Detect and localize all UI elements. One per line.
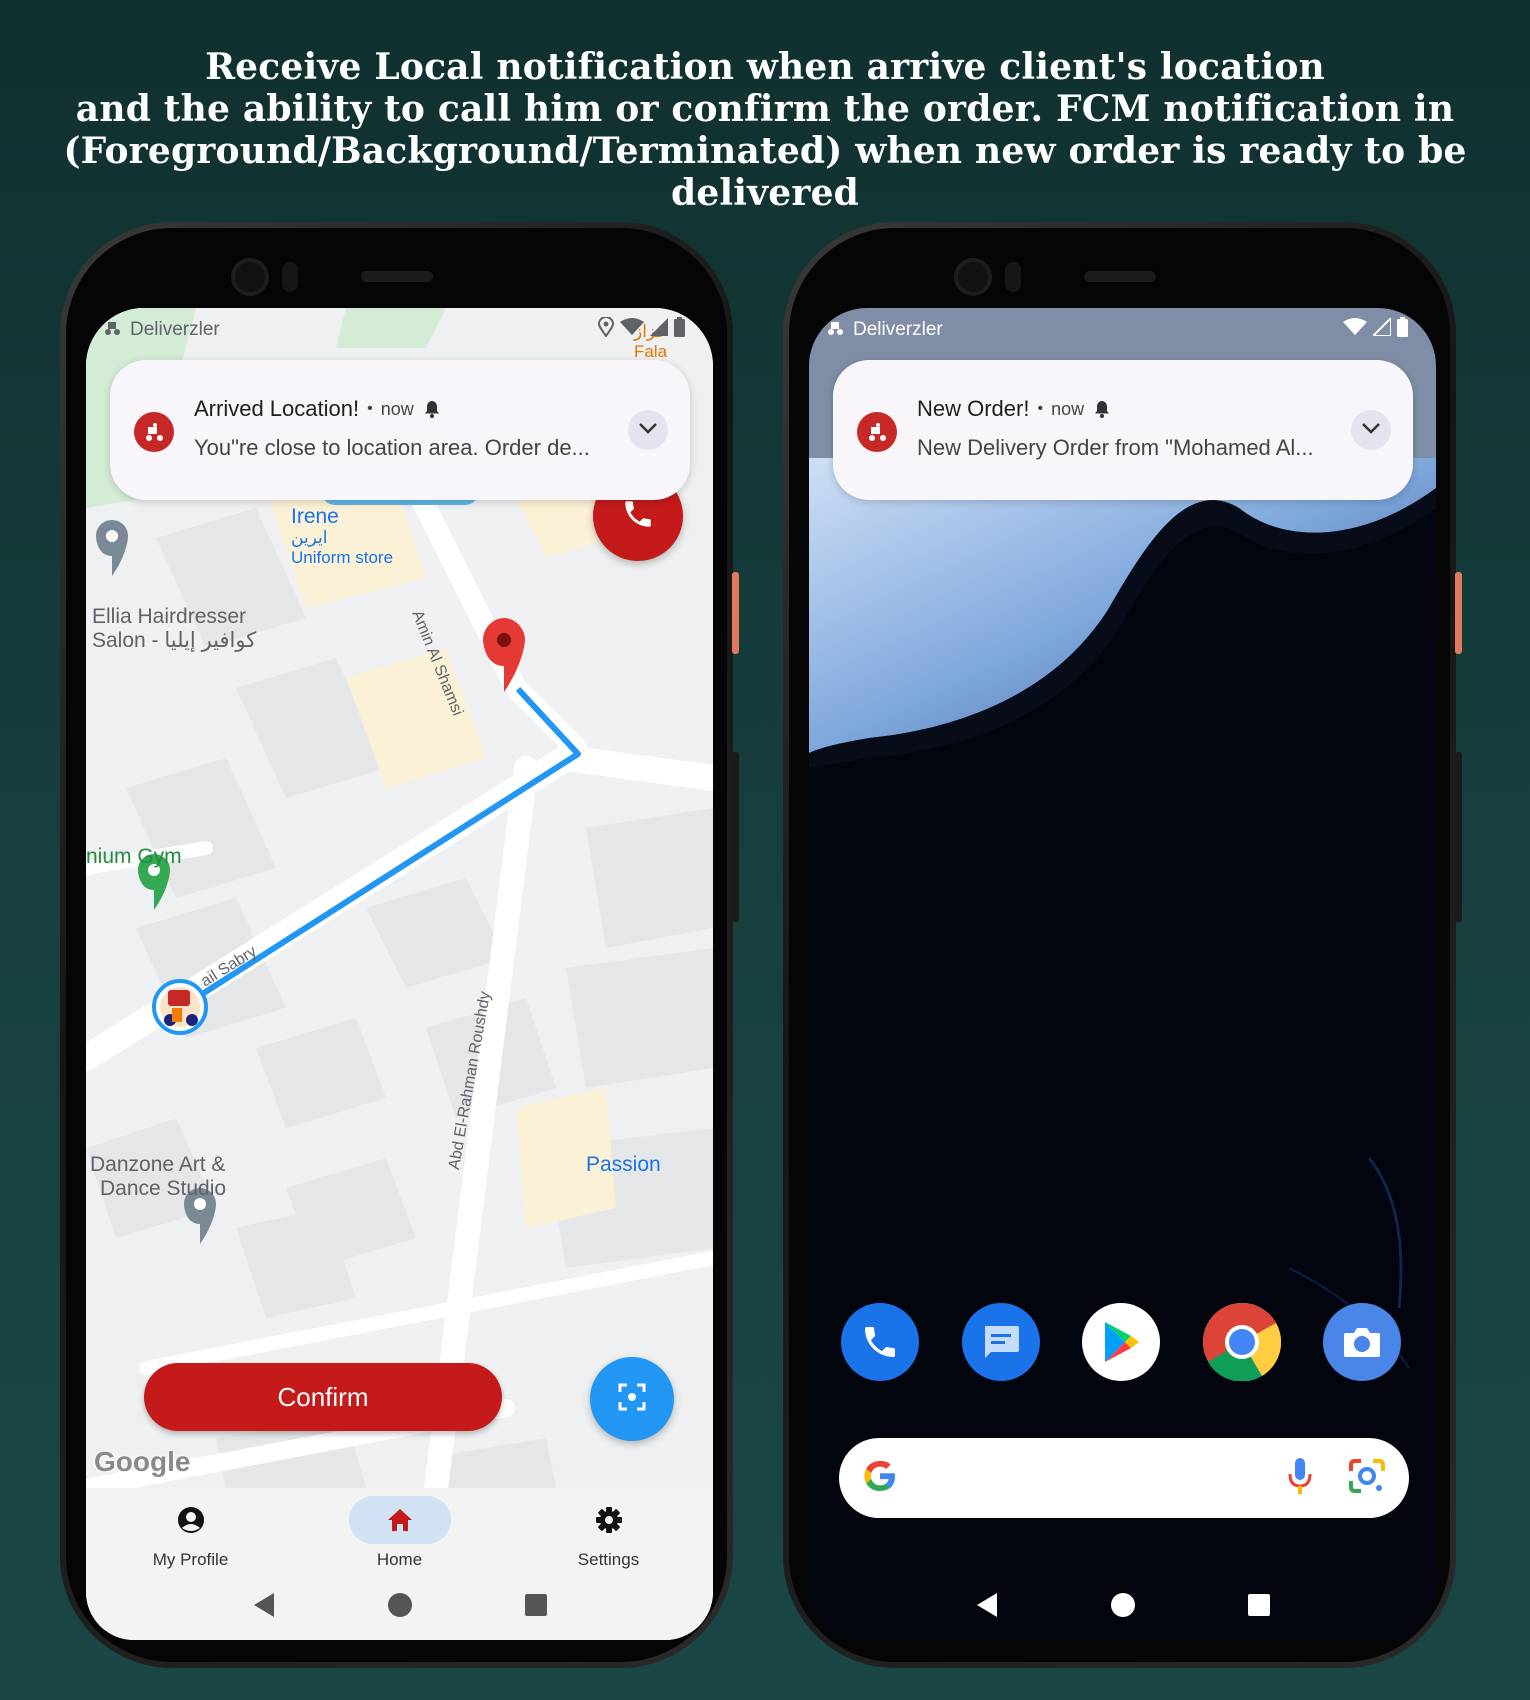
earpiece-speaker [1083, 271, 1156, 282]
back-icon[interactable] [252, 1592, 276, 1623]
sensor [282, 262, 298, 292]
arrived-location-notification[interactable]: Arrived Location! • now You"re close to … [110, 360, 690, 500]
place-label-danzone-2: Dance Studio [100, 1177, 227, 1200]
wifi-icon [1343, 318, 1367, 342]
volume-button [1455, 752, 1462, 922]
phone-app-icon[interactable] [841, 1303, 919, 1381]
notification-title: New Order! [917, 396, 1030, 421]
scan-button[interactable] [590, 1357, 674, 1441]
system-navigation-bar [86, 1574, 713, 1640]
home-icon [348, 1496, 451, 1544]
notification-body: New Delivery Order from "Mohamed Al... [917, 435, 1314, 460]
app-dock [841, 1303, 1401, 1383]
place-label-ellia-1[interactable]: Ellia Hairdresser [92, 604, 246, 630]
place-label-danzone-1[interactable]: Danzone Art & [90, 1152, 225, 1178]
status-bar: Deliverzler [86, 308, 713, 352]
signal-icon [650, 318, 668, 342]
camera-app-icon[interactable] [1323, 1303, 1401, 1381]
bell-icon [1094, 400, 1110, 418]
gear-icon [558, 1496, 660, 1544]
phone-icon [621, 497, 655, 536]
battery-icon [1397, 317, 1408, 343]
headline-line-3: (Foreground/Background/Terminated) when … [63, 130, 1467, 214]
nav-label-home: Home [376, 1550, 423, 1569]
app-status-icon [102, 317, 122, 343]
power-button [1455, 572, 1462, 654]
headline: Receive Local notification when arrive c… [0, 46, 1530, 214]
volume-button [732, 752, 739, 922]
phone-left: Irene ايرين Uniform store Ellia Hairdres… [60, 222, 739, 1668]
chevron-down-icon [1361, 421, 1381, 439]
status-app-name: Deliverzler [130, 319, 220, 340]
scan-icon [616, 1381, 648, 1418]
google-lens-icon[interactable] [1347, 1457, 1387, 1500]
headline-line-2: and the ability to call him or confirm t… [75, 88, 1455, 130]
home-circle-icon[interactable] [1110, 1592, 1136, 1623]
google-attribution: Google [94, 1446, 191, 1477]
status-bar: Deliverzler [809, 308, 1436, 352]
earpiece-speaker [360, 271, 433, 282]
front-camera [954, 258, 992, 296]
notification-time: now [1051, 398, 1085, 419]
deliverzler-app-icon [134, 412, 174, 452]
place-label-ellia-2: Salon - كوافير إيليا [92, 629, 257, 652]
place-label-gym[interactable]: nium Gym [86, 844, 182, 870]
place-label-irene[interactable]: Irene [291, 504, 339, 530]
deliverzler-app-icon [857, 412, 897, 452]
bell-icon [424, 400, 440, 418]
system-navigation-bar [809, 1574, 1436, 1640]
back-icon[interactable] [975, 1592, 999, 1623]
nav-label-my-profile: My Profile [152, 1550, 229, 1569]
notification-title: Arrived Location! [194, 396, 360, 421]
microphone-icon[interactable] [1287, 1456, 1313, 1501]
place-label-passion[interactable]: Passion [586, 1152, 661, 1178]
wifi-icon [620, 318, 644, 342]
status-app-name: Deliverzler [853, 319, 943, 340]
phone-right: Deliverzler New Order! • now New Deliver… [783, 222, 1462, 1668]
messages-app-icon[interactable] [961, 1303, 1040, 1381]
recents-icon[interactable] [524, 1593, 548, 1622]
confirm-order-button[interactable]: Confirm [144, 1363, 502, 1431]
notification-expand-button[interactable] [1351, 410, 1391, 450]
signal-icon [1370, 315, 1392, 342]
driver-location-marker[interactable] [152, 979, 208, 1035]
new-order-notification[interactable]: New Order! • now New Delivery Order from… [833, 360, 1413, 500]
account-circle-icon [140, 1496, 242, 1544]
notification-time: now [380, 398, 414, 419]
google-search-bar[interactable] [839, 1438, 1409, 1518]
headline-line-1: Receive Local notification when arrive c… [205, 46, 1325, 88]
sensor [1005, 262, 1021, 292]
play-store-icon[interactable] [1082, 1303, 1160, 1381]
chrome-icon[interactable] [1202, 1303, 1281, 1381]
place-label-irene-type: Uniform store [291, 548, 394, 567]
location-icon [597, 316, 615, 343]
chevron-down-icon [638, 421, 658, 439]
notification-body: You"re close to location area. Order de.… [194, 435, 590, 460]
map-screen: Irene ايرين Uniform store Ellia Hairdres… [86, 308, 713, 1640]
home-screen: Deliverzler New Order! • now New Deliver… [809, 308, 1436, 1640]
nav-label-settings: Settings [577, 1550, 640, 1569]
place-label-irene-ar: ايرين [291, 528, 328, 547]
battery-icon [674, 317, 685, 343]
power-button [732, 572, 739, 654]
home-circle-icon[interactable] [387, 1592, 413, 1623]
app-status-icon [825, 317, 845, 343]
notification-expand-button[interactable] [628, 410, 668, 450]
google-logo-icon [861, 1457, 899, 1500]
recents-icon[interactable] [1247, 1593, 1271, 1622]
front-camera [231, 258, 269, 296]
